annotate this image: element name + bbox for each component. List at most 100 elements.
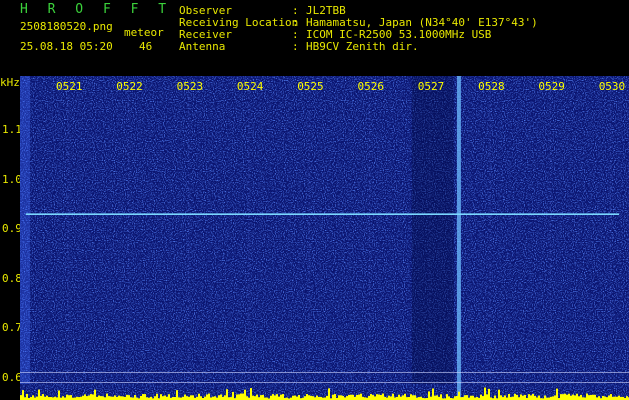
y-tick-label: 0.7 — [2, 321, 22, 334]
header-panel: H R O F F T 2508180520.png meteor 25.08.… — [0, 0, 629, 76]
x-tick-label: 0522 — [116, 80, 143, 93]
spectrum-bar — [334, 394, 336, 400]
spectrum-bar — [120, 396, 122, 400]
spectrum-bar — [192, 395, 194, 400]
spectrum-bar — [588, 395, 590, 400]
spectrum-bar — [232, 391, 234, 400]
meteor-count-label: meteor — [124, 26, 164, 39]
spectrum-bar — [156, 393, 158, 400]
spectrum-bar — [466, 395, 468, 400]
spectrum-bar — [310, 395, 312, 400]
file-name: 2508180520.png — [20, 20, 113, 33]
y-tick-label: 1.1 — [2, 123, 22, 136]
spectrum-bar — [446, 394, 448, 400]
spectrum-bar — [186, 396, 188, 400]
spectrum-bar — [242, 393, 244, 400]
spectrum-bar — [106, 393, 108, 400]
x-tick-label: 0530 — [598, 80, 626, 93]
spectrum-bar — [40, 395, 42, 400]
spectrum-bar — [498, 389, 500, 400]
spectrum-bar — [488, 388, 490, 400]
spectrum-bar — [240, 393, 242, 400]
spectrum-bar — [610, 394, 612, 400]
spectrum-bar — [22, 390, 24, 400]
spectrum-bar — [532, 393, 534, 400]
spectrum-bar — [570, 395, 572, 400]
spectrum-bar — [176, 390, 178, 400]
spectrum-bar — [494, 395, 496, 400]
spectrum-bar — [578, 396, 580, 400]
spectrum-bar — [568, 393, 570, 400]
spectrum-bar — [382, 393, 384, 400]
quiet-region — [411, 76, 454, 384]
spectrum-bar — [200, 396, 202, 400]
spectrum-bar — [434, 395, 436, 400]
spectrum-bar — [342, 395, 344, 400]
spectrum-bar — [346, 396, 348, 400]
spectrum-bar — [90, 394, 92, 400]
spectrum-bar — [598, 396, 600, 400]
spectrum-bar — [236, 394, 238, 400]
spectrum-bar — [402, 395, 404, 400]
spectrum-bar — [432, 388, 434, 400]
spectrum-bar — [352, 394, 354, 400]
spectrum-bar — [246, 396, 248, 400]
x-tick-label: 0521 — [56, 80, 83, 93]
x-tick-label: 0526 — [357, 80, 385, 93]
spectrum-bar — [82, 395, 84, 400]
y-tick-label: 0.8 — [2, 271, 22, 285]
spectrum-bar — [480, 394, 482, 400]
spectrum-bar — [580, 394, 582, 400]
spectrum-bar — [272, 394, 274, 400]
spectrum-bar — [410, 394, 412, 400]
spectrum-bar — [38, 389, 40, 400]
spectrum-bar — [42, 394, 44, 400]
spectrum-bar — [252, 395, 254, 400]
spectrum-bar — [128, 395, 130, 400]
spectrum-bar — [160, 394, 162, 400]
spectrum-bar — [114, 395, 116, 400]
spectrum-bar — [274, 395, 276, 400]
spectrum-bar — [262, 394, 264, 400]
spectrum-bar — [244, 389, 246, 400]
spectrum-bar — [528, 394, 530, 400]
spectrum-bar — [204, 396, 206, 400]
spectrum-bar — [618, 395, 620, 400]
spectrum-bar — [458, 391, 460, 400]
spectrum-bar — [94, 389, 96, 400]
x-tick-label: 0523 — [176, 80, 204, 93]
spectrum-bar — [110, 396, 112, 400]
x-tick-label: 0529 — [538, 80, 565, 93]
spectrum-bar — [306, 394, 308, 400]
spectrum-bar — [260, 395, 262, 400]
spectrum-bar — [134, 395, 136, 400]
spectrum-bar — [198, 393, 200, 400]
spectrum-bar — [164, 395, 166, 400]
antenna-label: Antenna — [179, 40, 226, 53]
spectrum-bar — [430, 396, 432, 400]
spectrum-bar — [530, 395, 532, 400]
spectrum-bar — [70, 395, 72, 400]
spectrum-bar — [428, 391, 430, 400]
spectrum-bar — [360, 393, 362, 400]
y-tick-label: 0.9 — [2, 222, 22, 235]
spectrum-bar — [378, 394, 380, 400]
spectrum-bar — [304, 396, 306, 400]
y-tick-label: 0.6 — [2, 370, 22, 384]
spectrum-bar — [282, 394, 284, 400]
spectrum-bar — [594, 394, 596, 400]
spectrum-bar — [554, 395, 556, 400]
spectrum-bar — [66, 394, 68, 400]
spectrum-bar — [126, 394, 128, 400]
spectrum-bar — [470, 395, 472, 400]
spectrum-bar — [250, 388, 252, 400]
spectrum-bar — [108, 396, 110, 400]
spectrum-bar — [404, 393, 406, 400]
spectrum-bar — [562, 394, 564, 400]
spectrum-bar — [400, 396, 402, 400]
antenna-value: HB9CV Zenith dir. — [306, 40, 419, 53]
spectrum-bar — [472, 395, 474, 400]
spectrum-bar — [278, 396, 280, 400]
spectrum-bar — [388, 395, 390, 400]
spectrum-bar — [614, 396, 616, 400]
